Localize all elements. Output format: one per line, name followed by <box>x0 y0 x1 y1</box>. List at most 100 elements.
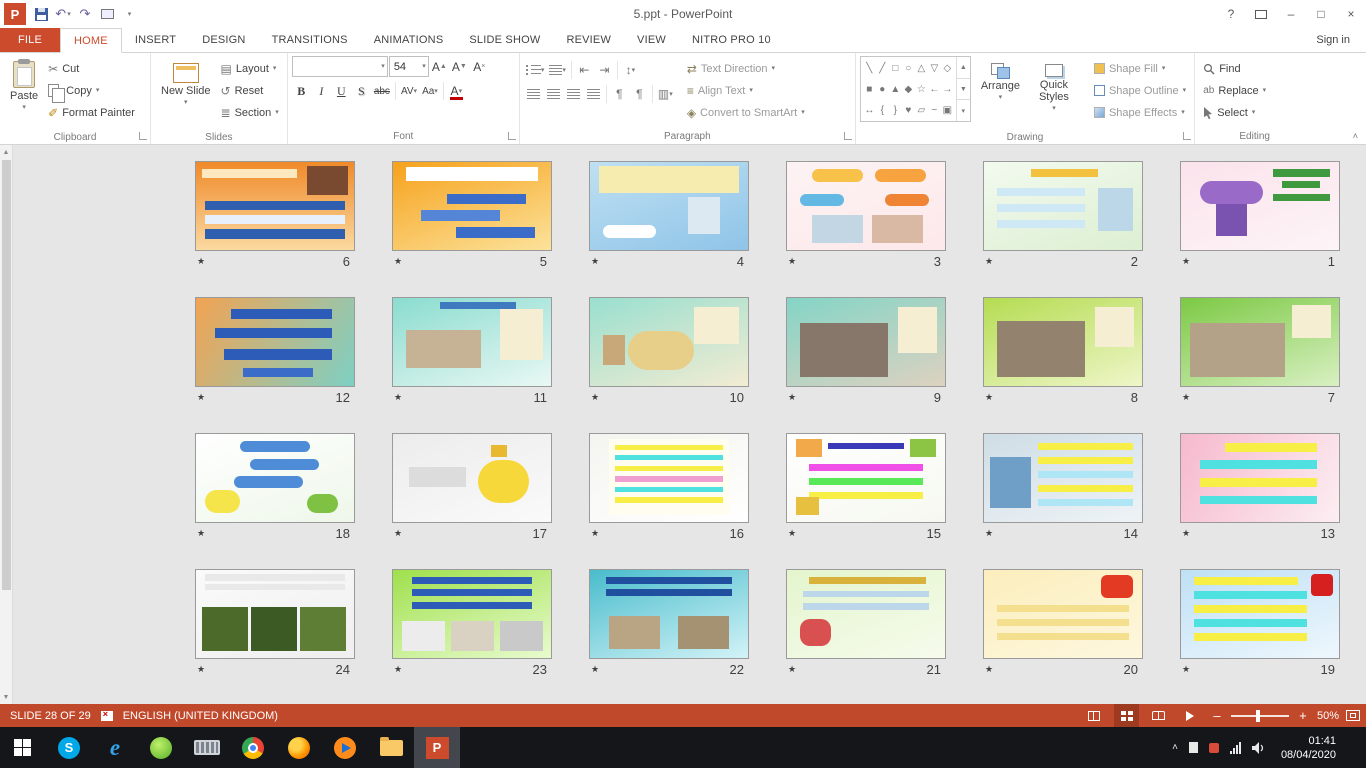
slide-thumbnail-12[interactable] <box>195 297 355 387</box>
quick-styles-button[interactable]: Quick Styles ▾ <box>1026 56 1082 128</box>
find-button[interactable]: Find <box>1199 58 1270 79</box>
convert-to-smartart-button[interactable]: ◈Convert to SmartArt▾ <box>683 102 809 123</box>
copy-button[interactable]: Copy▾ <box>44 80 139 101</box>
slide-thumbnail-8[interactable] <box>983 297 1143 387</box>
ribbon-display-options-button[interactable] <box>1246 0 1276 28</box>
shape-icon[interactable]: ↔ <box>864 105 874 116</box>
slide-thumbnail-6[interactable] <box>195 161 355 251</box>
taskbar-clock[interactable]: 01:41 08/04/2020 <box>1277 734 1344 762</box>
slide-thumbnail-7[interactable] <box>1180 297 1340 387</box>
shape-icon[interactable]: ♥ <box>905 105 911 116</box>
spell-check-icon[interactable]: × <box>101 711 113 721</box>
tab-file[interactable]: FILE <box>0 28 60 52</box>
zoom-out-button[interactable]: – <box>1210 708 1224 723</box>
section-button[interactable]: ≣Section▾ <box>217 102 283 123</box>
customize-qat-button[interactable]: ▾ <box>119 3 139 25</box>
shape-icon[interactable]: ◆ <box>904 84 912 95</box>
bullets-button[interactable]: ▾ <box>524 60 547 80</box>
shape-icon[interactable]: ▱ <box>917 105 925 116</box>
shape-icon[interactable]: ╱ <box>879 63 885 74</box>
slide-sorter-view-button[interactable] <box>1114 704 1139 727</box>
zoom-in-button[interactable]: + <box>1296 708 1310 723</box>
slide-thumbnail-17[interactable] <box>392 433 552 523</box>
tab-review[interactable]: REVIEW <box>553 28 624 52</box>
slide-thumbnail-19[interactable] <box>1180 569 1340 659</box>
taskbar-keyboard-button[interactable] <box>184 727 230 768</box>
shape-icon[interactable]: ╲ <box>866 63 872 74</box>
slide-thumbnail-21[interactable] <box>786 569 946 659</box>
decrease-indent-button[interactable]: ⇤ <box>575 60 594 80</box>
clipboard-dialog-launcher[interactable] <box>139 132 147 140</box>
slide-thumbnail-4[interactable] <box>589 161 749 251</box>
shape-icon[interactable]: } <box>894 105 897 116</box>
font-size-input[interactable] <box>394 61 422 73</box>
format-painter-button[interactable]: ✐Format Painter <box>44 102 139 123</box>
shape-icon[interactable]: → <box>942 84 952 95</box>
underline-button[interactable]: U <box>332 81 351 101</box>
bold-button[interactable]: B <box>292 81 311 101</box>
slide-thumbnail-16[interactable] <box>589 433 749 523</box>
replace-button[interactable]: abReplace▾ <box>1199 80 1270 101</box>
help-button[interactable]: ? <box>1216 0 1246 28</box>
tab-nitro-pro[interactable]: NITRO PRO 10 <box>679 28 784 52</box>
close-button[interactable]: × <box>1336 0 1366 28</box>
slide-thumbnail-22[interactable] <box>589 569 749 659</box>
shape-icon[interactable]: ■ <box>866 84 872 95</box>
slide-thumbnail-5[interactable] <box>392 161 552 251</box>
minimize-button[interactable]: – <box>1276 0 1306 28</box>
redo-button[interactable]: ↷ <box>75 3 95 25</box>
align-text-button[interactable]: ≡Align Text▾ <box>683 80 809 101</box>
tab-design[interactable]: DESIGN <box>189 28 258 52</box>
shape-icon[interactable]: ▽ <box>930 63 938 74</box>
paste-button[interactable]: Paste ▾ <box>4 56 44 128</box>
columns-button[interactable]: ▥▾ <box>656 84 675 104</box>
vertical-scrollbar[interactable]: ▲ ▼ <box>0 145 13 704</box>
tab-slide-show[interactable]: SLIDE SHOW <box>456 28 553 52</box>
taskbar-green-app-button[interactable] <box>138 727 184 768</box>
justify-button[interactable] <box>584 84 603 104</box>
slide-thumbnail-24[interactable] <box>195 569 355 659</box>
slide-thumbnail-2[interactable] <box>983 161 1143 251</box>
normal-view-button[interactable] <box>1082 704 1107 727</box>
language-indicator[interactable]: ENGLISH (UNITED KINGDOM) <box>123 710 278 722</box>
shapes-scroll-up-icon[interactable]: ▲ <box>957 57 970 78</box>
zoom-slider[interactable] <box>1231 715 1289 717</box>
reading-view-button[interactable] <box>1146 704 1171 727</box>
strikethrough-button[interactable]: abc <box>372 81 392 101</box>
shape-icon[interactable]: ~ <box>931 105 937 116</box>
reset-button[interactable]: ↺Reset <box>217 80 283 101</box>
tab-insert[interactable]: INSERT <box>122 28 189 52</box>
taskbar-messenger-button[interactable]: S <box>46 727 92 768</box>
taskbar-powerpoint-button[interactable]: P <box>414 727 460 768</box>
tab-animations[interactable]: ANIMATIONS <box>361 28 457 52</box>
hidden-icons-chevron[interactable]: ˄ <box>1172 742 1178 753</box>
shapes-more-icon[interactable]: ▾ <box>957 99 970 121</box>
shape-effects-button[interactable]: Shape Effects▾ <box>1090 102 1190 123</box>
text-shadow-button[interactable]: S <box>352 81 371 101</box>
line-spacing-button[interactable]: ↕▾ <box>621 60 640 80</box>
increase-indent-button[interactable]: ⇥ <box>595 60 614 80</box>
character-spacing-button[interactable]: AV▾ <box>399 81 419 101</box>
slide-thumbnail-15[interactable] <box>786 433 946 523</box>
tab-home[interactable]: HOME <box>60 28 122 53</box>
drawing-dialog-launcher[interactable] <box>1183 132 1191 140</box>
tab-transitions[interactable]: TRANSITIONS <box>259 28 361 52</box>
scroll-up-icon[interactable]: ▲ <box>0 145 12 159</box>
zoom-slider-thumb[interactable] <box>1256 710 1260 722</box>
new-slide-button[interactable]: New Slide ▾ <box>155 56 217 128</box>
shape-outline-button[interactable]: Shape Outline▾ <box>1090 80 1190 101</box>
taskbar-chrome-button[interactable] <box>230 727 276 768</box>
shape-icon[interactable]: □ <box>892 63 898 74</box>
arrange-button[interactable]: Arrange ▾ <box>975 56 1026 128</box>
start-from-beginning-button[interactable] <box>97 3 117 25</box>
text-direction-button[interactable]: ⇄Text Direction▾ <box>683 58 809 79</box>
numbering-button[interactable]: ▾ <box>547 60 568 80</box>
increase-font-size-button[interactable]: A▲ <box>430 57 449 77</box>
clear-formatting-button[interactable]: A× <box>470 57 489 77</box>
change-case-button[interactable]: Aa▾ <box>420 81 440 101</box>
sign-in-link[interactable]: Sign in <box>1316 28 1366 52</box>
fit-slide-to-window-button[interactable] <box>1346 710 1360 721</box>
decrease-font-size-button[interactable]: A▼ <box>450 57 469 77</box>
layout-button[interactable]: ▤Layout▾ <box>217 58 283 79</box>
shape-icon[interactable]: ● <box>879 84 885 95</box>
